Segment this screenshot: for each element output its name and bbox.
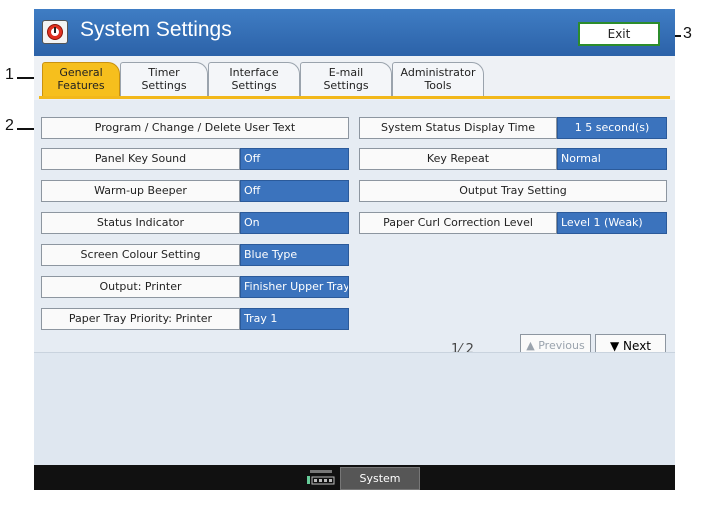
- program-change-delete-user-text-button[interactable]: Program / Change / Delete User Text: [41, 117, 349, 139]
- paper-tray-priority-printer-value: Tray 1: [240, 308, 349, 330]
- output-printer-button[interactable]: Output: Printer: [41, 276, 240, 298]
- system-status-button[interactable]: System Status: [340, 467, 420, 506]
- setting-row-panel-key-sound: Panel Key Sound Off: [41, 148, 349, 170]
- setting-row-user-text: Program / Change / Delete User Text: [41, 117, 349, 139]
- title-bar: System Settings Exit: [34, 9, 675, 56]
- tab-general-features[interactable]: General Features: [42, 62, 120, 97]
- warm-up-beeper-value: Off: [240, 180, 349, 202]
- panel-key-sound-value: Off: [240, 148, 349, 170]
- settings-content: Program / Change / Delete User Text Pane…: [34, 100, 675, 352]
- screen-colour-setting-value: Blue Type: [240, 244, 349, 266]
- setting-row-key-repeat: Key Repeat Normal: [359, 148, 667, 170]
- up-arrow-icon: ▲: [526, 339, 535, 352]
- setting-row-paper-tray-priority: Paper Tray Priority: Printer Tray 1: [41, 308, 349, 330]
- status-indicator-value: On: [240, 212, 349, 234]
- warm-up-beeper-button[interactable]: Warm-up Beeper: [41, 180, 240, 202]
- page-title: System Settings: [80, 18, 232, 41]
- panel-key-sound-button[interactable]: Panel Key Sound: [41, 148, 240, 170]
- setting-row-output-tray: Output Tray Setting: [359, 180, 667, 202]
- tab-email-settings[interactable]: E-mail Settings: [300, 62, 392, 97]
- tab-timer-settings[interactable]: Timer Settings: [120, 62, 208, 97]
- setting-row-screen-colour: Screen Colour Setting Blue Type: [41, 244, 349, 266]
- screen-colour-setting-button[interactable]: Screen Colour Setting: [41, 244, 240, 266]
- exit-button[interactable]: Exit: [578, 22, 660, 46]
- down-arrow-icon: ▼: [609, 339, 620, 353]
- message-area: [34, 352, 675, 465]
- callout-3: 3: [683, 25, 692, 42]
- paper-tray-priority-printer-button[interactable]: Paper Tray Priority: Printer: [41, 308, 240, 330]
- paper-curl-correction-level-value: Level 1 (Weak): [557, 212, 667, 234]
- tab-underline: [39, 96, 670, 99]
- tab-administrator-tools[interactable]: Administrator Tools: [392, 62, 484, 97]
- control-panel-screen: System Settings Exit General Features Tim…: [34, 9, 675, 506]
- setting-row-status-indicator: Status Indicator On: [41, 212, 349, 234]
- setting-row-status-display-time: System Status Display Time 1 5 second(s): [359, 117, 667, 139]
- tab-bar: General Features Timer Settings Interface S…: [34, 56, 675, 100]
- paper-curl-correction-level-button[interactable]: Paper Curl Correction Level: [359, 212, 557, 234]
- tab-interface-settings[interactable]: Interface Settings: [208, 62, 300, 97]
- callout-2: 2: [5, 117, 14, 134]
- key-repeat-button[interactable]: Key Repeat: [359, 148, 557, 170]
- system-status-display-time-button[interactable]: System Status Display Time: [359, 117, 557, 139]
- callout-1: 1: [5, 66, 14, 83]
- clock-settings-icon: [42, 20, 68, 44]
- footer-bar: System Status: [34, 465, 675, 506]
- key-repeat-value: Normal: [557, 148, 667, 170]
- status-indicator-icon: [307, 470, 335, 485]
- setting-row-paper-curl: Paper Curl Correction Level Level 1 (Wea…: [359, 212, 667, 234]
- output-tray-setting-button[interactable]: Output Tray Setting: [359, 180, 667, 202]
- system-status-display-time-value: 1 5 second(s): [557, 117, 667, 139]
- output-printer-value: Finisher Upper Tray: [240, 276, 349, 298]
- setting-row-output-printer: Output: Printer Finisher Upper Tray: [41, 276, 349, 298]
- setting-row-warm-up-beeper: Warm-up Beeper Off: [41, 180, 349, 202]
- status-indicator-button[interactable]: Status Indicator: [41, 212, 240, 234]
